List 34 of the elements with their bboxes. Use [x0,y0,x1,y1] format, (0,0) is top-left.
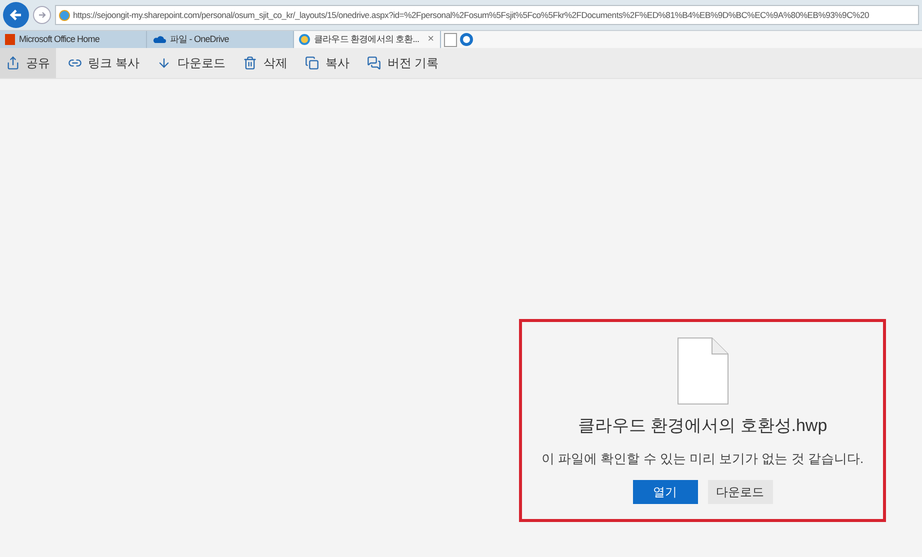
open-button[interactable]: 열기 [632,480,698,504]
toolbar-button[interactable]: 공유 [0,48,56,78]
new-tab-button[interactable] [444,33,457,47]
back-button[interactable] [3,2,29,28]
back-arrow-icon [9,8,23,22]
version-icon [367,56,382,70]
cloud-icon [152,35,166,44]
toolbar-button[interactable]: 버전 기록 [361,48,445,78]
browser-logo-icon[interactable] [460,33,473,46]
no-preview-message: 이 파일에 확인할 수 있는 미리 보기가 없는 것 같습니다. [541,450,864,468]
file-name: 클라우드 환경에서의 호환성.hwp [578,415,828,437]
download-icon [157,56,172,70]
toolbar-button[interactable]: 링크 복사 [62,48,146,78]
document-icon [676,337,728,405]
browser-tab[interactable]: 파일 - OneDrive [147,31,294,48]
tab-title: 클라우드 환경에서의 호환... [314,32,420,46]
download-button[interactable]: 다운로드 [708,480,772,504]
toolbar-button[interactable]: 삭제 [237,48,294,78]
tab-title: Microsoft Office Home [19,32,100,46]
browser-logo-icon [299,34,310,45]
delete-icon [243,56,258,70]
toolbar-button[interactable]: 다운로드 [151,48,232,78]
page-icon [59,10,70,20]
url-text: https://sejoongit-my.sharepoint.com/personal/osum_sjit_co_kr/_layouts/15/onedrive.aspx?id=%2Fpersonal%2Fosum%5Fsjit%5Fco%5Fkr%2FDocuments%2F%ED%81%B4%EB%9D%BC%EC%9A%80%EB%93%9C%20 [73,8,869,22]
forward-button[interactable] [33,6,51,24]
share-icon [6,56,20,70]
toolbar-button[interactable]: 복사 [299,48,356,78]
office-logo-icon [5,34,15,45]
tab-title: 파일 - OneDrive [170,32,230,46]
forward-arrow-icon [37,10,47,20]
close-tab-button[interactable]: × [426,33,435,46]
address-field[interactable]: https://sejoongit-my.sharepoint.com/personal/osum_sjit_co_kr/_layouts/15/onedrive.aspx?id=%2Fpersonal%2Fosum%5Fsjit%5Fco%5Fkr%2FDocuments%2F%ED%81%B4%EB%9D%BC%EC%9A%80%EB%93%9C%20 [55,5,919,25]
browser-tab[interactable]: Microsoft Office Home [0,31,147,48]
copy-icon [305,56,320,70]
